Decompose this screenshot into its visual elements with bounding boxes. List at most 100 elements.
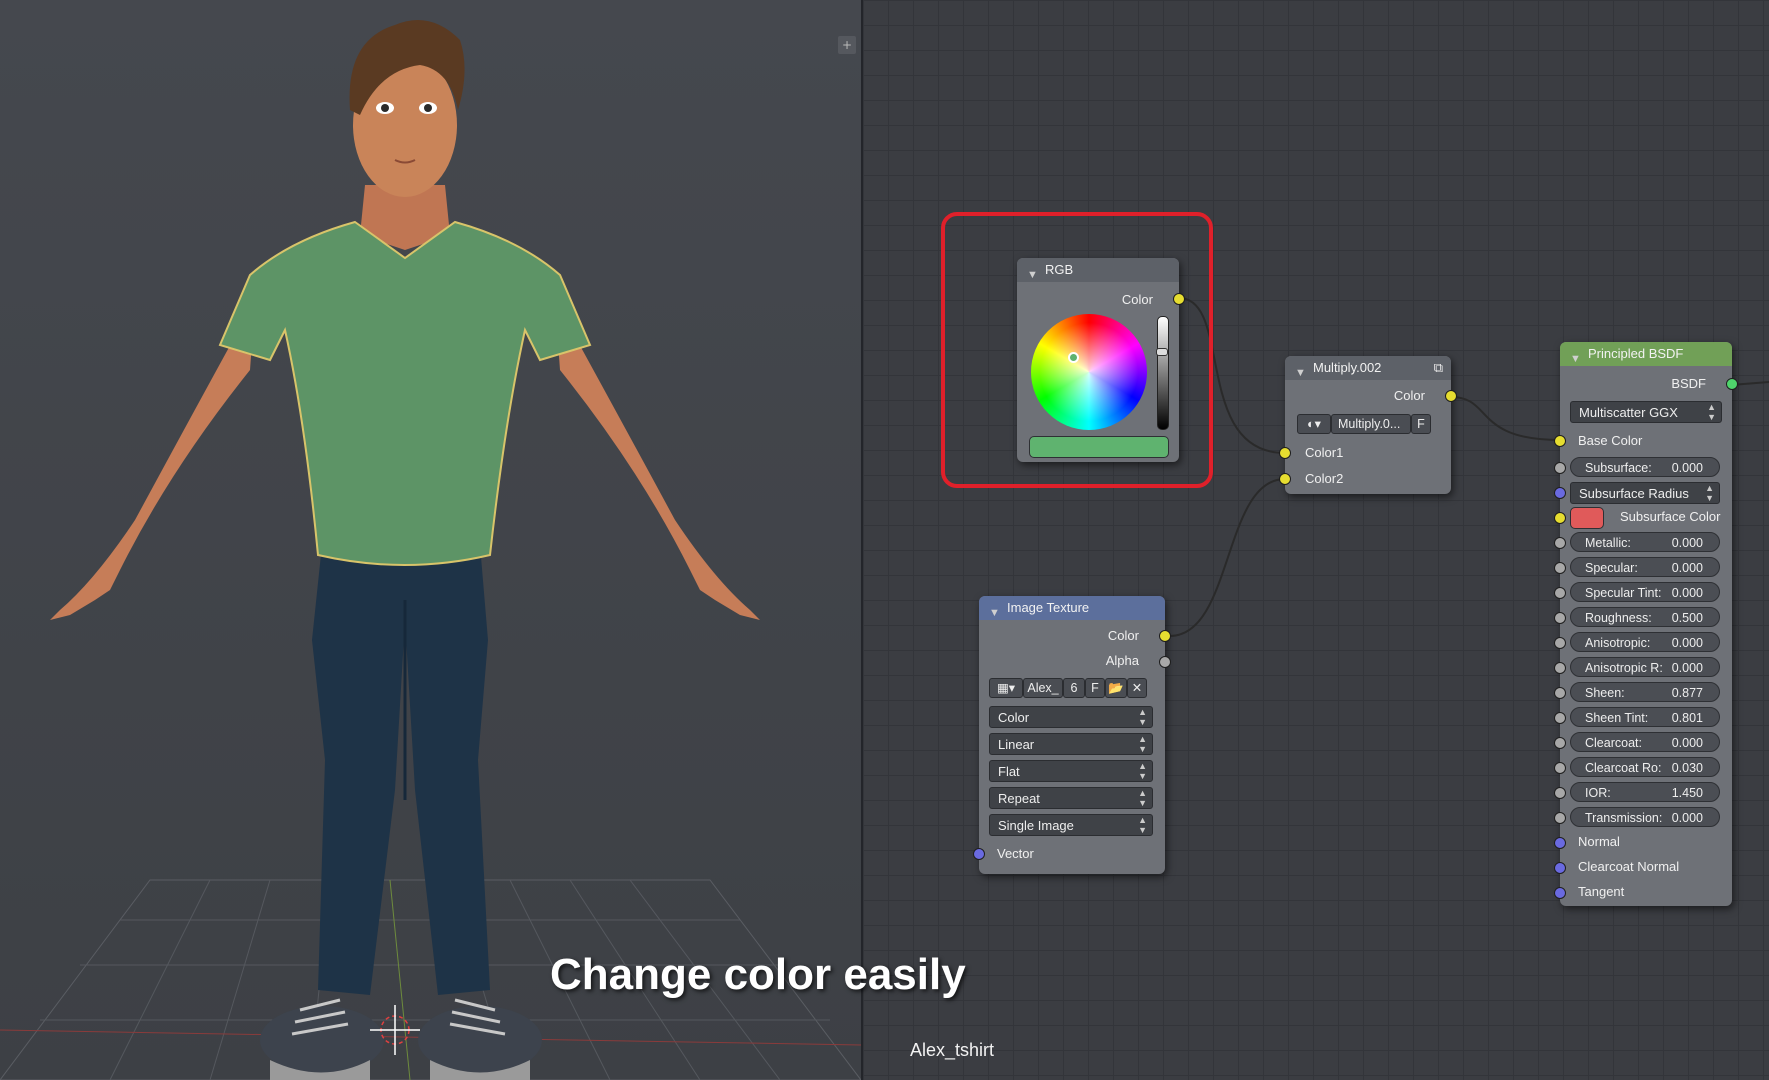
vector-input-socket[interactable] — [1554, 837, 1566, 849]
image-name-field[interactable]: Alex_ — [1023, 678, 1063, 698]
bsdf-input-socket[interactable] — [1554, 612, 1566, 624]
bsdf-field-specular-tint[interactable]: Specular Tint: 0.000 — [1570, 582, 1720, 602]
material-name-label: Alex_tshirt — [910, 1040, 995, 1060]
image-alpha-output-label: Alpha — [1105, 653, 1139, 668]
bsdf-input-socket[interactable] — [1554, 687, 1566, 699]
jeans — [312, 545, 490, 995]
field-label: Sheen Tint: — [1585, 711, 1649, 725]
bsdf-input-socket[interactable] — [1554, 662, 1566, 674]
image-alpha-output-socket[interactable] — [1159, 656, 1171, 668]
bsdf-field-subsurface[interactable]: Subsurface: 0.000 — [1570, 457, 1720, 477]
bsdf-input-socket[interactable] — [1554, 787, 1566, 799]
bsdf-field-roughness[interactable]: Roughness: 0.500 — [1570, 607, 1720, 627]
color-space-dropdown[interactable]: Color ▲ ▼ — [989, 706, 1153, 728]
field-label: Clearcoat Ro: — [1585, 761, 1662, 775]
node-tree-name[interactable]: Multiply.0... — [1331, 414, 1411, 434]
dropdown-arrows-icon: ▲ ▼ — [1138, 707, 1147, 727]
bsdf-input-socket[interactable] — [1554, 762, 1566, 774]
bsdf-input-socket[interactable] — [1554, 737, 1566, 749]
collapse-arrow-icon[interactable]: ▼ — [989, 601, 1000, 625]
image-fake-user-button[interactable]: F — [1085, 678, 1105, 698]
dropdown-arrows-icon: ▲ ▼ — [1138, 788, 1147, 808]
projection-dropdown[interactable]: Flat ▲ ▼ — [989, 760, 1153, 782]
bsdf-input-socket[interactable] — [1554, 537, 1566, 549]
bsdf-output-socket[interactable] — [1726, 378, 1738, 390]
bsdf-input-socket[interactable] — [1554, 462, 1566, 474]
field-value: 0.000 — [1671, 636, 1703, 650]
bsdf-field-metallic[interactable]: Metallic: 0.000 — [1570, 532, 1720, 552]
image-texture-node[interactable]: ▼ Image Texture Color Alpha ▦▾ Alex_ 6 F… — [973, 596, 1171, 874]
link-image-to-color2 — [1169, 478, 1286, 637]
vector-input-socket[interactable] — [1554, 887, 1566, 899]
bsdf-field-clearcoat[interactable]: Clearcoat: 0.000 — [1570, 732, 1720, 752]
subsurface-radius-socket[interactable] — [1554, 487, 1566, 499]
highlight-box — [941, 212, 1213, 488]
bsdf-input-socket[interactable] — [1554, 562, 1566, 574]
field-value: 0.500 — [1671, 611, 1703, 625]
field-label: Transmission: — [1585, 811, 1663, 825]
dropdown-arrows-icon: ▲ ▼ — [1705, 483, 1714, 503]
vector-input-label: Clearcoat Normal — [1578, 859, 1680, 874]
color2-input-socket[interactable] — [1279, 473, 1291, 485]
bsdf-field-anisotropic[interactable]: Anisotropic: 0.000 — [1570, 632, 1720, 652]
bsdf-field-sheen-tint[interactable]: Sheen Tint: 0.801 — [1570, 707, 1720, 727]
color1-input-socket[interactable] — [1279, 447, 1291, 459]
3d-viewport[interactable]: + — [0, 0, 861, 1080]
collapse-arrow-icon[interactable]: ▼ — [1570, 347, 1581, 371]
bsdf-field-sheen[interactable]: Sheen: 0.877 — [1570, 682, 1720, 702]
color1-label: Color1 — [1305, 445, 1344, 460]
image-texture-header[interactable]: ▼ Image Texture — [979, 596, 1165, 620]
bsdf-input-socket[interactable] — [1554, 812, 1566, 824]
image-users-count[interactable]: 6 — [1063, 678, 1085, 698]
base-color-input-socket[interactable] — [1554, 435, 1566, 447]
principled-bsdf-header[interactable]: ▼ Principled BSDF — [1560, 342, 1732, 366]
dropdown-arrows-icon: ▲ ▼ — [1138, 761, 1147, 781]
subsurface-radius-dropdown[interactable]: Subsurface Radius ▲ ▼ — [1570, 482, 1720, 504]
multiply-node-header[interactable]: ▼ Multiply.002 ⧉ — [1285, 356, 1451, 380]
field-label: Anisotropic R: — [1585, 661, 1663, 675]
multiply-output-label: Color — [1393, 388, 1425, 403]
dropdown-arrows-icon: ▲ ▼ — [1707, 402, 1716, 422]
interpolation-dropdown[interactable]: Linear ▲ ▼ — [989, 733, 1153, 755]
bsdf-field-transmission[interactable]: Transmission: 0.000 — [1570, 807, 1720, 827]
multiply-node-title: Multiply.002 — [1313, 360, 1382, 375]
subsurface-color-socket[interactable] — [1554, 512, 1566, 524]
right-arm — [555, 300, 760, 620]
multiply-color-output-socket[interactable] — [1445, 390, 1457, 402]
extension-dropdown[interactable]: Repeat ▲ ▼ — [989, 787, 1153, 809]
vector-input-socket[interactable] — [1554, 862, 1566, 874]
field-value: 0.000 — [1671, 811, 1703, 825]
source-dropdown[interactable]: Single Image ▲ ▼ — [989, 814, 1153, 836]
principled-bsdf-node[interactable]: ▼ Principled BSDF BSDF Multiscatter GGX ▲… — [1554, 342, 1738, 906]
bsdf-field-anisotropic-r[interactable]: Anisotropic R: 0.000 — [1570, 657, 1720, 677]
bsdf-field-ior[interactable]: IOR: 1.450 — [1570, 782, 1720, 802]
area-split-button[interactable]: + — [838, 36, 856, 54]
node-editor[interactable]: + ▼ RGB Color ▼ Multiply.002 ⧉ Color ◐▾ … — [863, 0, 1769, 1080]
collapse-arrow-icon[interactable]: ▼ — [1295, 361, 1306, 385]
subsurface-color-swatch[interactable] — [1570, 507, 1604, 529]
unlink-image-close-icon[interactable]: ✕ — [1127, 678, 1147, 698]
image-color-output-socket[interactable] — [1159, 630, 1171, 642]
vector-input-label: Tangent — [1578, 884, 1625, 899]
vector-label: Vector — [997, 846, 1034, 861]
bsdf-input-socket[interactable] — [1554, 712, 1566, 724]
bsdf-input-socket[interactable] — [1554, 587, 1566, 599]
field-value: 0.000 — [1671, 536, 1703, 550]
image-browse-icon[interactable]: ▦▾ — [989, 678, 1023, 698]
field-label: Roughness: — [1585, 611, 1652, 625]
distribution-dropdown[interactable]: Multiscatter GGX ▲ ▼ — [1570, 401, 1722, 423]
field-label: Subsurface: — [1585, 461, 1652, 475]
dropdown-arrows-icon: ▲ ▼ — [1138, 815, 1147, 835]
link-multiply-to-basecolor — [1450, 396, 1561, 441]
bsdf-input-socket[interactable] — [1554, 637, 1566, 649]
fake-user-button[interactable]: F — [1411, 414, 1431, 434]
node-tree-browse-icon[interactable]: ◐▾ — [1297, 414, 1331, 434]
vector-input-socket[interactable] — [973, 848, 985, 860]
bsdf-field-specular[interactable]: Specular: 0.000 — [1570, 557, 1720, 577]
open-image-folder-icon[interactable]: 📂 — [1105, 678, 1127, 698]
node-group-icon[interactable]: ⧉ — [1434, 356, 1443, 380]
multiply-node[interactable]: ▼ Multiply.002 ⧉ Color ◐▾ Multiply.0... … — [1279, 356, 1457, 494]
bsdf-field-clearcoat-ro[interactable]: Clearcoat Ro: 0.030 — [1570, 757, 1720, 777]
field-value: 0.801 — [1671, 711, 1703, 725]
dropdown-arrows-icon: ▲ ▼ — [1138, 734, 1147, 754]
